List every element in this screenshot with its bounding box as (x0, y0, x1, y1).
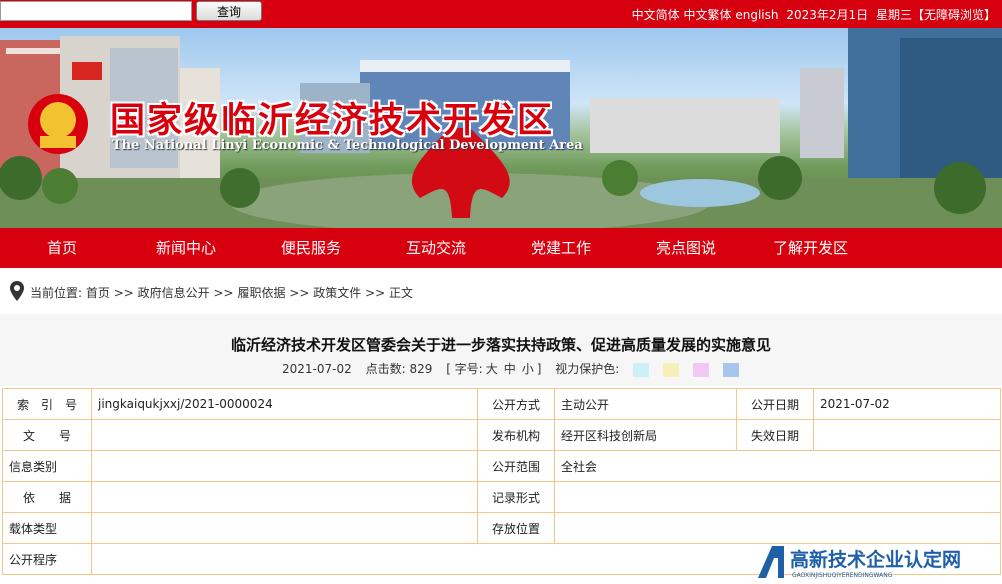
scope-value: 全社会 (554, 450, 1001, 482)
breadcrumb-basis[interactable]: 履职依据 (237, 286, 285, 300)
table-row: 文 号 发布机构 经开区科技创新局 失效日期 (2, 419, 1001, 451)
font-size-control: [ 字号: 大中小] (446, 362, 541, 376)
publish-method-value: 主动公开 (554, 388, 737, 420)
breadcrumb-current: 正文 (389, 286, 414, 300)
index-value: jingkaiqukjxxj/2021-0000024 (91, 388, 478, 420)
eye-care-label: 视力保护色: (555, 362, 620, 376)
eye-color-blue[interactable] (722, 362, 739, 377)
watermark-title: 高新技术企业认定网 (790, 548, 961, 571)
lang-english-link[interactable]: english (735, 8, 778, 22)
location-pin-icon (10, 281, 24, 301)
click-count: 点击数: 829 (366, 362, 433, 376)
breadcrumb-separator: >> (113, 286, 134, 300)
category-value (91, 450, 478, 482)
search-input[interactable] (0, 1, 192, 21)
font-medium-link[interactable]: 中 (504, 362, 516, 376)
article-header: 临沂经济技术开发区管委会关于进一步落实扶持政策、促进高质量发展的实施意见 202… (0, 314, 1002, 386)
breadcrumb-separator: >> (213, 286, 234, 300)
watermark-graphic: 高新技术企业认定网 GAOXINJISHUQIYERENDINGWANG (758, 546, 961, 579)
doc-number-value (91, 419, 478, 451)
current-date: 2023年2月1日 (786, 8, 869, 22)
breadcrumb-policy[interactable]: 政策文件 (313, 286, 361, 300)
breadcrumb-gov-info[interactable]: 政府信息公开 (138, 286, 210, 300)
nav-about[interactable]: 了解开发区 (773, 228, 848, 268)
eye-color-pink[interactable] (692, 362, 709, 377)
breadcrumb-bar: 当前位置: 首页 >> 政府信息公开 >> 履职依据 >> 政策文件 >> 正文 (0, 268, 1002, 315)
site-title: 国家级临沂经济技术开发区 (110, 100, 555, 141)
accessibility-link[interactable]: 【无障碍浏览】 (912, 8, 996, 22)
publish-date-label: 公开日期 (736, 388, 814, 420)
top-bar: 查询 中文简体 中文繁体 english 2023年2月1日 星期三【无障碍浏览… (0, 0, 1002, 28)
nav-home[interactable]: 首页 (47, 228, 77, 268)
record-form-label: 记录形式 (477, 481, 555, 513)
breadcrumb-separator: >> (289, 286, 310, 300)
font-large-link[interactable]: 大 (486, 362, 498, 376)
expiry-label: 失效日期 (736, 419, 814, 451)
article-title: 临沂经济技术开发区管委会关于进一步落实扶持政策、促进高质量发展的实施意见 (230, 336, 771, 354)
font-size-end: ] (536, 362, 542, 376)
lang-simplified-link[interactable]: 中文简体 (632, 8, 680, 22)
publish-date-value: 2021-07-02 (813, 388, 1001, 420)
main-nav: 首页 新闻中心 便民服务 互动交流 党建工作 亮点图说 了解开发区 (0, 228, 1002, 268)
breadcrumb-label: 当前位置: (30, 286, 83, 300)
table-row: 载体类型 存放位置 (2, 512, 1001, 544)
nav-services[interactable]: 便民服务 (281, 228, 341, 268)
category-label: 信息类别 (2, 450, 92, 482)
current-weekday: 星期三 (875, 8, 912, 22)
nav-party[interactable]: 党建工作 (531, 228, 591, 268)
procedure-label: 公开程序 (2, 543, 92, 575)
nav-highlights[interactable]: 亮点图说 (656, 228, 716, 268)
click-value: 829 (409, 362, 433, 376)
top-links: 中文简体 中文繁体 english 2023年2月1日 星期三【无障碍浏览】 (632, 6, 996, 23)
basis-value (91, 481, 478, 513)
carrier-value (91, 512, 478, 544)
expiry-value (813, 419, 1001, 451)
breadcrumb: 当前位置: 首页 >> 政府信息公开 >> 履职依据 >> 政策文件 >> 正文 (30, 284, 413, 301)
publish-method-label: 公开方式 (477, 388, 555, 420)
issuer-value: 经开区科技创新局 (554, 419, 737, 451)
storage-value (554, 512, 1001, 544)
doc-number-label: 文 号 (2, 419, 92, 451)
storage-label: 存放位置 (477, 512, 555, 544)
breadcrumb-home[interactable]: 首页 (86, 286, 110, 300)
header-banner: 国家级临沂经济技术开发区 The National Linyi Economic… (0, 28, 1002, 228)
table-row: 信息类别 公开范围 全社会 (2, 450, 1001, 482)
click-label: 点击数: (365, 362, 406, 376)
issuer-label: 发布机构 (477, 419, 555, 451)
table-row: 依 据 记录形式 (2, 481, 1001, 513)
nav-news[interactable]: 新闻中心 (156, 228, 216, 268)
basis-label: 依 据 (2, 481, 92, 513)
font-small-link[interactable]: 小 (522, 362, 534, 376)
search-button[interactable]: 查询 (196, 1, 262, 21)
record-form-value (554, 481, 1001, 513)
table-row: 索 引 号 jingkaiqukjxxj/2021-0000024 公开方式 主… (2, 388, 1001, 420)
article-meta: 2021-07-02 点击数: 829 [ 字号: 大中小] 视力保护色: (282, 360, 749, 377)
font-size-label: [ 字号: (446, 362, 483, 376)
watermark-logo: 高新技术企业认定网 GAOXINJISHUQIYERENDINGWANG (756, 544, 996, 583)
article-date: 2021-07-02 (282, 362, 352, 376)
eye-color-cyan[interactable] (633, 362, 650, 377)
scope-label: 公开范围 (477, 450, 555, 482)
nav-interaction[interactable]: 互动交流 (406, 228, 466, 268)
eye-color-yellow[interactable] (663, 362, 679, 377)
lang-traditional-link[interactable]: 中文繁体 (684, 8, 732, 22)
breadcrumb-separator: >> (365, 286, 386, 300)
index-label: 索 引 号 (2, 388, 92, 420)
site-subtitle: The National Linyi Economic & Technologi… (112, 138, 583, 153)
carrier-label: 载体类型 (2, 512, 92, 544)
watermark-subtitle: GAOXINJISHUQIYERENDINGWANG (792, 572, 893, 579)
